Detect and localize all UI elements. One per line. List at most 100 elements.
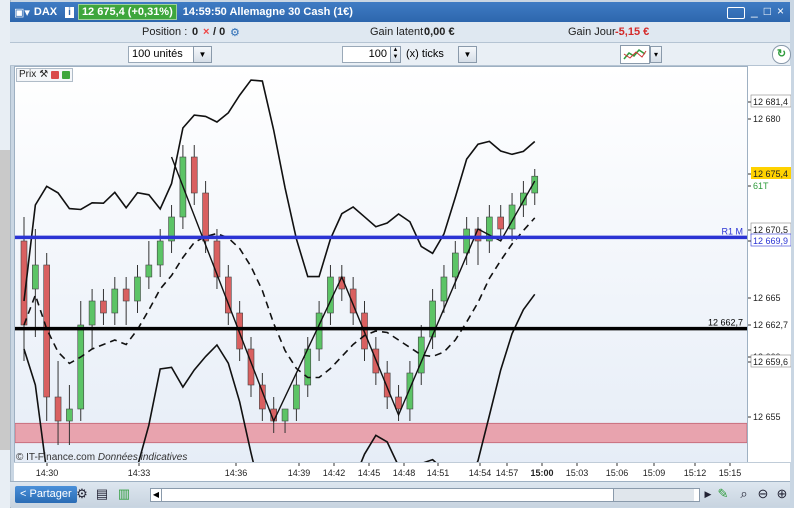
candle-body (122, 288, 130, 302)
window-titlebar: ▣▾ DAX i 12 675,4 (+0,31%) 14:59:50 Alle… (10, 2, 790, 22)
y-tick-label: 12 670,5 (753, 225, 788, 235)
chart-scrollbar[interactable]: ◀ (150, 488, 700, 502)
candle-body (406, 372, 414, 410)
units-select[interactable]: 100 unités (128, 46, 195, 63)
x-tick-label: 14:36 (225, 468, 248, 478)
y-tick-label: 12 659,6 (753, 357, 788, 367)
minimize-icon[interactable]: _ (751, 4, 758, 19)
candle-body (156, 240, 164, 266)
black-level-label: 12 662,7 (708, 318, 743, 328)
candle-body (111, 288, 119, 314)
position-label: Position : (142, 26, 188, 38)
candle-body (293, 384, 300, 410)
zoom-in-icon[interactable]: ⊕ (774, 486, 790, 502)
gain-jour-label: Gain Jour : (568, 26, 622, 38)
candle-body (77, 324, 85, 410)
y-tick-label: 12 662,7 (753, 320, 788, 330)
candle-body (236, 312, 243, 350)
x-tick-label: 14:42 (323, 468, 346, 478)
window-menu-icon[interactable]: ▣▾ (14, 6, 30, 19)
position-info-bar: Position : 0 × / 0 ⚙ Gain latent : 0,00 … (10, 22, 790, 43)
gain-jour-value: -5,15 € (615, 26, 650, 38)
y-tick-label: 12 655 (753, 412, 781, 422)
ticks-dropdown-button[interactable]: ▼ (458, 46, 477, 63)
x-tick-label: 15:06 (606, 468, 629, 478)
scrollbar-thumb[interactable] (613, 489, 694, 501)
up-arrow-icon[interactable] (62, 71, 71, 79)
candle-body (54, 396, 62, 422)
x-tick-label: 15:09 (643, 468, 666, 478)
chart-statusbar: < Partager ⚙ ▤ ▥ ◀ ▶ ✎ ⌕ ⊖ ⊕ (10, 481, 790, 507)
candle-body (100, 300, 107, 314)
settings-icon[interactable]: ⚙ (74, 486, 90, 502)
ticks-input[interactable]: 100 (342, 46, 391, 63)
gain-latent-label: Gain latent : (370, 26, 430, 38)
candle-body (440, 276, 448, 302)
keyboard-icon[interactable] (727, 7, 746, 19)
wrench-icon[interactable]: ⚒ (39, 69, 48, 81)
candle-body (451, 252, 459, 278)
x-tick-label: 15:15 (719, 468, 742, 478)
price-axis[interactable]: 12 681,4 12 680 12 675,4 61T 12 670,5 12 669,… (747, 66, 792, 462)
x-tick-label: 14:51 (427, 468, 450, 478)
orders-icon[interactable]: ⚙ (230, 26, 240, 39)
x-tick-label: 14:57 (496, 468, 519, 478)
candle-body (497, 216, 505, 230)
candle-body (281, 408, 289, 422)
scroll-right-icon[interactable]: ▶ (700, 486, 716, 502)
units-dropdown-button[interactable]: ▼ (193, 46, 212, 63)
y-tick-label: 12 681,4 (753, 97, 788, 107)
x-tick-label: 14:33 (128, 468, 151, 478)
left-panel-scroll[interactable] (0, 150, 10, 450)
candle-body (213, 240, 221, 278)
chart-type-icon[interactable] (620, 45, 650, 64)
time-and-name: 14:59:50 Allemagne 30 Cash (1€) (182, 6, 353, 18)
close-icon[interactable]: × (777, 4, 784, 19)
candle-body (395, 396, 402, 410)
zoom-out-icon[interactable]: ⊖ (755, 486, 771, 502)
y-tick-label: 12 680 (753, 114, 781, 124)
maximize-icon[interactable]: □ (764, 4, 771, 19)
candle-body (145, 264, 153, 278)
price-chart[interactable]: R1 M 12 662,7 (14, 66, 748, 508)
down-arrow-icon[interactable] (51, 71, 60, 79)
chart-settings-icon[interactable]: ↻ (772, 45, 791, 64)
price-badge: 12 675,4 (+0,31%) (77, 4, 177, 20)
moving-average-line (23, 217, 536, 379)
prix-toolbox: Prix ⚒ (16, 68, 74, 82)
chart-plot[interactable]: R1 M 12 662,7 (14, 67, 748, 508)
chart-type-dropdown[interactable]: ▾ (650, 46, 662, 63)
position-close-icon[interactable]: × (203, 26, 209, 38)
candle-body (190, 156, 198, 194)
share-button[interactable]: < Partager (15, 486, 77, 503)
x-tick-label: 14:39 (288, 468, 311, 478)
draw-tool-icon[interactable]: ✎ (715, 486, 731, 502)
position-value: 0 (192, 26, 199, 38)
left-panel-strip (0, 0, 11, 508)
chart-toolbar: 100 unités ▼ 100 ▲ ▼ (x) ticks ▼ ▾ ↻ (10, 43, 791, 66)
candle-body (43, 264, 51, 398)
y-tick-label: 61T (753, 181, 769, 191)
x-tick-label: 14:48 (393, 468, 416, 478)
time-axis[interactable]: 14:30 14:33 14:36 14:39 14:42 14:45 14:48 14:51… (14, 462, 790, 481)
x-tick-label: 15:03 (566, 468, 589, 478)
indicators-icon[interactable]: ▥ (116, 486, 132, 502)
x-tick-label: 15:00 (530, 468, 553, 478)
zoom-fit-icon[interactable]: ⌕ (736, 486, 752, 502)
orders-value: / 0 (213, 26, 226, 38)
candle-body (134, 276, 141, 302)
y-tick-label: 12 669,9 (753, 236, 788, 246)
gain-latent-value: 0,00 € (424, 26, 455, 38)
scroll-left-icon[interactable]: ◀ (151, 489, 162, 501)
info-icon[interactable]: i (65, 6, 74, 18)
instrument-name[interactable]: DAX (34, 6, 57, 18)
ticks-stepper[interactable]: ▲ ▼ (390, 46, 401, 63)
save-icon[interactable]: ▤ (94, 486, 110, 502)
candle-body (202, 192, 209, 242)
x-tick-label: 14:54 (469, 468, 492, 478)
x-tick-label: 14:30 (36, 468, 59, 478)
r1-level-label: R1 M (721, 226, 743, 236)
y-tick-label: 12 675,4 (753, 169, 788, 179)
x-tick-label: 14:45 (358, 468, 381, 478)
support-zone (14, 422, 748, 444)
